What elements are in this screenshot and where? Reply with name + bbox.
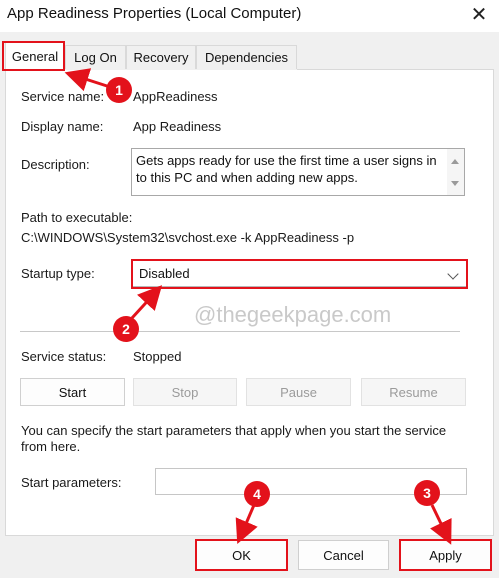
step-badge-4: 4 [244, 481, 270, 507]
arrow-4 [235, 504, 258, 545]
step-badge-2: 2 [113, 316, 139, 342]
arrow-3 [429, 504, 452, 545]
arrow-1 [64, 68, 108, 92]
arrow-2 [130, 285, 163, 320]
step-badge-1: 1 [106, 77, 132, 103]
step-badge-3: 3 [414, 480, 440, 506]
